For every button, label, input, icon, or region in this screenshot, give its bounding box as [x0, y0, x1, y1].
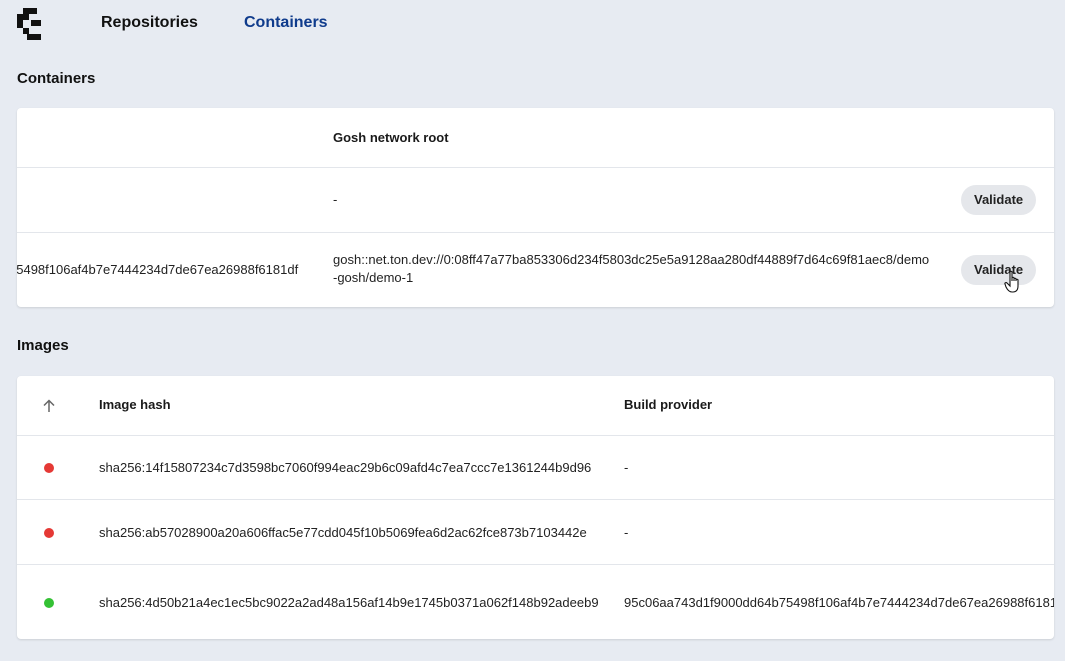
column-header-build-provider: Build provider: [624, 397, 713, 412]
nav-containers[interactable]: Containers: [244, 14, 328, 32]
images-table: Image hash Build provider sha256:14f1580…: [17, 376, 1054, 639]
column-header-image-hash: Image hash: [99, 397, 171, 412]
images-header-row: Image hash Build provider: [17, 376, 1054, 435]
build-provider: -: [624, 460, 629, 475]
images-section-title: Images: [17, 337, 69, 354]
table-row[interactable]: sha256:ab57028900a20a606ffac5e77cdd045f1…: [17, 499, 1054, 565]
image-hash: sha256:14f15807234c7d3598bc7060f994eac29…: [99, 460, 592, 475]
column-header-gosh-network-root: Gosh network root: [333, 130, 449, 145]
table-row[interactable]: sha256:4d50b21a4ec1ec5bc9022a2ad48a156af…: [17, 564, 1054, 639]
table-row: 75498f106af4b7e7444234d7de67ea26988f6181…: [17, 232, 1054, 307]
status-dot-red: [44, 528, 54, 538]
validate-button[interactable]: Validate: [961, 255, 1037, 285]
containers-header-row: Gosh network root: [17, 108, 1054, 167]
container-hash: 75498f106af4b7e7444234d7de67ea26988f6181…: [17, 262, 299, 277]
image-hash: sha256:4d50b21a4ec1ec5bc9022a2ad48a156af…: [99, 595, 599, 610]
nav-repositories[interactable]: Repositories: [101, 14, 198, 32]
gosh-logo-icon[interactable]: [17, 8, 49, 40]
status-dot-red: [44, 463, 54, 473]
containers-table: Gosh network root - Validate 75498f106af…: [17, 108, 1054, 307]
build-provider: 95c06aa743d1f9000dd64b75498f106af4b7e744…: [624, 595, 1054, 610]
top-navigation: Repositories Containers: [0, 0, 1065, 50]
validate-button[interactable]: Validate: [961, 185, 1037, 215]
status-dot-green: [44, 598, 54, 608]
image-hash: sha256:ab57028900a20a606ffac5e77cdd045f1…: [99, 525, 587, 540]
gosh-network-root: gosh::net.ton.dev://0:08ff47a77ba853306d…: [333, 252, 930, 285]
gosh-network-root: -: [333, 192, 338, 207]
arrow-up-icon[interactable]: [42, 399, 56, 413]
table-row: - Validate: [17, 167, 1054, 233]
containers-section-title: Containers: [17, 70, 96, 87]
build-provider: -: [624, 525, 629, 540]
table-row[interactable]: sha256:14f15807234c7d3598bc7060f994eac29…: [17, 435, 1054, 500]
